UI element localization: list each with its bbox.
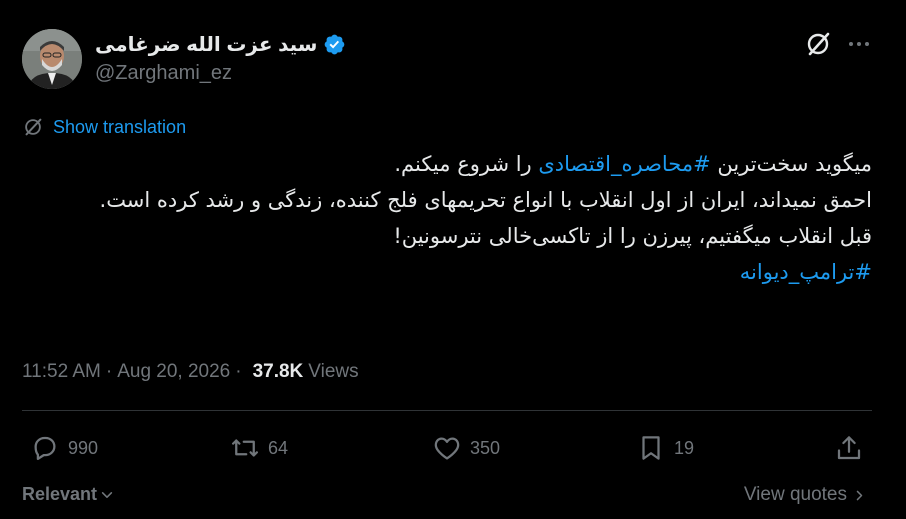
grok-icon: [25, 118, 42, 136]
hashtag-link[interactable]: #محاصره_اقتصادی: [538, 152, 710, 176]
views-count: 37.8K: [252, 361, 304, 382]
tweet-line-2: احمق نمیداند، ایران از اول انقلاب با انو…: [99, 188, 872, 212]
reply-icon: [34, 436, 56, 460]
reply-count: 990: [68, 437, 99, 458]
meta-separator: ·: [235, 361, 242, 382]
repost-icon: [232, 439, 258, 457]
like-button[interactable]: 350: [432, 433, 500, 463]
tweet-line-1-suffix: را شروع میکنم.: [394, 152, 539, 176]
bookmark-icon: [642, 436, 660, 460]
avatar-image: [22, 29, 82, 89]
tweet-date[interactable]: Aug 20, 2026: [117, 361, 230, 383]
view-quotes-label: View quotes: [743, 484, 847, 505]
more-icon[interactable]: [844, 30, 874, 58]
bookmark-count: 19: [674, 437, 695, 458]
view-quotes-link[interactable]: View quotes: [744, 484, 866, 506]
name-row: سید عزت الله ضرغامی: [95, 30, 346, 58]
user-handle[interactable]: @Zarghami_ez: [95, 62, 346, 85]
tweet-line-1-prefix: میگوید سخت‌ترین: [710, 152, 872, 176]
tweet-line-3: قبل انقلاب میگفتیم، پیرزن را از تاکسی‌خا…: [393, 224, 872, 248]
share-icon: [837, 436, 861, 460]
tweet-time[interactable]: 11:52 AM: [22, 361, 101, 383]
verified-badge-icon[interactable]: [323, 33, 346, 56]
chevron-right-icon: [856, 490, 863, 500]
tweet-text: میگوید سخت‌ترین #محاصره_اقتصادی را شروع …: [22, 146, 872, 290]
hashtag-link[interactable]: #ترامپ_دیوانه: [740, 260, 872, 284]
repost-count: 64: [268, 437, 289, 458]
bookmark-button[interactable]: 19: [636, 433, 694, 463]
sort-dropdown[interactable]: Relevant: [22, 484, 114, 505]
share-button[interactable]: [834, 433, 864, 463]
sort-label: Relevant: [22, 484, 98, 504]
like-count: 350: [470, 437, 501, 458]
grok-icon[interactable]: [804, 30, 832, 58]
display-name[interactable]: سید عزت الله ضرغامی: [95, 32, 317, 57]
tweet-meta: 11:52 AM · Aug 20, 2026 · 37.8K Views: [22, 361, 359, 383]
views-label: Views: [308, 361, 359, 382]
show-translation-link[interactable]: Show translation: [22, 116, 186, 138]
reply-button[interactable]: 990: [30, 433, 98, 463]
avatar[interactable]: [22, 29, 82, 89]
chevron-down-icon: [101, 491, 113, 498]
meta-separator: ·: [105, 361, 113, 382]
author-block: سید عزت الله ضرغامی @Zarghami_ez: [95, 30, 346, 85]
tweet-line-1: میگوید سخت‌ترین #محاصره_اقتصادی را شروع …: [22, 146, 872, 182]
divider: [22, 410, 872, 411]
heart-icon: [434, 437, 460, 460]
show-translation-label: Show translation: [53, 116, 187, 137]
repost-button[interactable]: 64: [230, 433, 288, 463]
